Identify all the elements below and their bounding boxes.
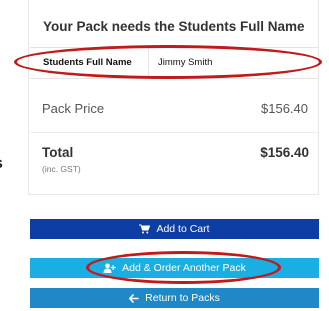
name-divider	[148, 48, 149, 78]
student-name-row: Students Full Name Jimmy Smith	[30, 47, 318, 79]
pack-details-panel: Your Pack needs the Students Full Name S…	[28, 0, 319, 195]
student-name-label: Students Full Name	[43, 57, 132, 68]
add-to-cart-button[interactable]: Add to Cart	[30, 219, 319, 239]
return-to-packs-label: Return to Packs	[145, 292, 220, 304]
pack-price-value: $156.40	[261, 101, 308, 116]
add-user-icon	[103, 263, 116, 273]
return-to-packs-button[interactable]: Return to Packs	[30, 288, 319, 308]
cropped-edge-text: s	[0, 155, 3, 173]
total-value: $156.40	[260, 145, 309, 160]
pack-price-label: Pack Price	[42, 101, 105, 116]
add-order-another-pack-label: Add & Order Another Pack	[122, 262, 246, 274]
add-order-another-pack-button[interactable]: Add & Order Another Pack	[30, 258, 319, 278]
pack-price-row: Pack Price $156.40	[30, 92, 318, 133]
cart-icon	[139, 224, 151, 234]
arrow-left-icon	[129, 293, 139, 303]
add-to-cart-label: Add to Cart	[156, 223, 210, 235]
total-label: Total	[42, 145, 74, 160]
total-gst-note: (inc. GST)	[42, 164, 81, 174]
pack-title: Your Pack needs the Students Full Name	[43, 19, 305, 34]
student-name-value[interactable]: Jimmy Smith	[158, 57, 212, 68]
